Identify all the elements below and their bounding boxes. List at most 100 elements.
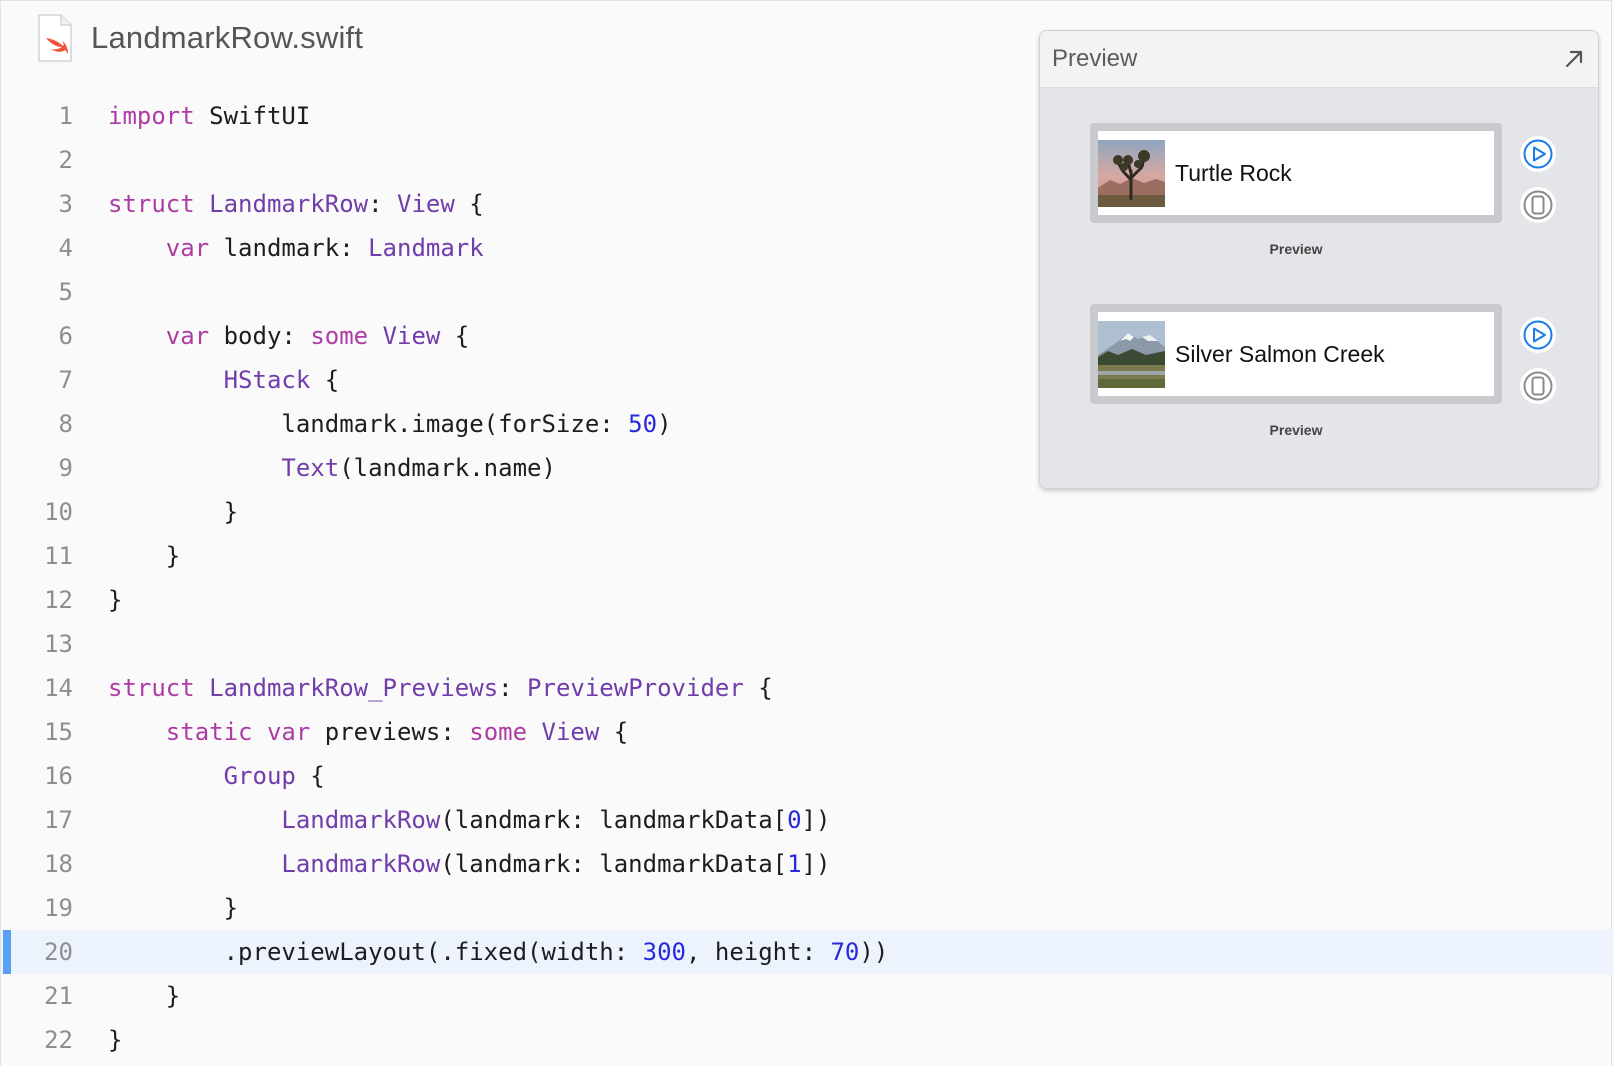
- code-line[interactable]: 16 Group {: [1, 754, 1613, 798]
- code-token: {: [295, 762, 325, 790]
- preview-caption: Preview: [1269, 241, 1323, 257]
- code-token: PreviewProvider: [527, 674, 744, 702]
- code-line[interactable]: 20 .previewLayout(.fixed(width: 300, hei…: [1, 930, 1613, 974]
- code-token: }: [108, 1026, 123, 1054]
- preview-card-silver-salmon-creek: Silver Salmon Creek: [1090, 304, 1502, 404]
- code-token: View: [541, 718, 600, 746]
- line-content: }: [108, 886, 238, 930]
- line-content: Text(landmark.name): [108, 446, 556, 490]
- code-token: (landmark.name): [339, 454, 556, 482]
- file-name: LandmarkRow.swift: [91, 20, 364, 55]
- code-line[interactable]: 17 LandmarkRow(landmark: landmarkData[0]…: [1, 798, 1613, 842]
- code-line[interactable]: 21 }: [1, 974, 1613, 1018]
- line-number: 1: [58, 102, 73, 130]
- desert-joshua-tree-thumbnail: [1098, 139, 1165, 207]
- code-token: HStack: [223, 366, 311, 394]
- code-token: struct: [108, 674, 195, 702]
- code-token: SwiftUI: [194, 102, 311, 130]
- code-token: , height:: [685, 938, 831, 966]
- code-token: static: [165, 718, 253, 746]
- landmark-row: Turtle Rock: [1098, 131, 1494, 215]
- code-token: var: [165, 322, 210, 350]
- expand-arrow-icon[interactable]: [1562, 47, 1586, 71]
- landmark-name: Silver Salmon Creek: [1175, 340, 1385, 367]
- code-token: var: [266, 718, 311, 746]
- line-content: import SwiftUI: [108, 94, 310, 138]
- code-token: )): [859, 938, 889, 966]
- line-number: 16: [44, 762, 73, 790]
- line-content: var body: some View {: [108, 314, 469, 358]
- code-line[interactable]: 14 struct LandmarkRow_Previews: PreviewPr…: [1, 666, 1613, 710]
- device-icon[interactable]: [1520, 187, 1556, 223]
- line-number: 3: [58, 190, 73, 218]
- line-number: 21: [44, 982, 73, 1010]
- line-content: static var previews: some View {: [108, 710, 628, 754]
- code-token: LandmarkRow: [209, 190, 369, 218]
- code-token: ): [657, 410, 672, 438]
- code-line[interactable]: 19 }: [1, 886, 1613, 930]
- code-token: some: [310, 322, 369, 350]
- code-line[interactable]: 11 }: [1, 534, 1613, 578]
- code-token: View: [397, 190, 455, 218]
- mountain-meadow-thumbnail: [1098, 320, 1165, 388]
- code-token: {: [743, 674, 773, 702]
- line-number: 20: [44, 938, 73, 966]
- code-line[interactable]: 12}: [1, 578, 1613, 622]
- code-line[interactable]: 18 LandmarkRow(landmark: landmarkData[1]…: [1, 842, 1613, 886]
- line-content: }: [108, 578, 122, 622]
- code-line[interactable]: 22}: [1, 1018, 1613, 1062]
- line-number: 6: [58, 322, 73, 350]
- code-line[interactable]: 10 }: [1, 490, 1613, 534]
- landmark-name: Turtle Rock: [1175, 159, 1292, 186]
- code-token: }: [108, 498, 239, 526]
- line-number: 12: [44, 586, 73, 614]
- code-token: Group: [223, 762, 296, 790]
- play-circle-icon[interactable]: [1520, 317, 1556, 353]
- line-number: 17: [44, 806, 73, 834]
- line-number: 9: [58, 454, 73, 482]
- line-number: 15: [44, 718, 73, 746]
- line-number: 8: [58, 410, 73, 438]
- preview-panel: Preview Turtle Rock Preview Silver Salmo…: [1039, 30, 1599, 489]
- preview-card-turtle-rock: Turtle Rock: [1090, 123, 1502, 223]
- code-line[interactable]: 15 static var previews: some View {: [1, 710, 1613, 754]
- line-content: LandmarkRow(landmark: landmarkData[0]): [108, 798, 830, 842]
- code-token: previews:: [310, 718, 470, 746]
- play-circle-icon[interactable]: [1520, 136, 1556, 172]
- code-token: landmark:: [209, 234, 369, 262]
- code-token: Text: [281, 454, 340, 482]
- code-token: {: [599, 718, 629, 746]
- code-token: 300: [642, 938, 686, 966]
- line-number: 10: [44, 498, 73, 526]
- device-icon[interactable]: [1520, 368, 1556, 404]
- code-line[interactable]: 13: [1, 622, 1613, 666]
- line-number: 5: [58, 278, 73, 306]
- line-number: 7: [58, 366, 73, 394]
- line-number: 14: [44, 674, 73, 702]
- line-number: 13: [44, 630, 73, 658]
- line-number: 11: [44, 542, 73, 570]
- code-token: View: [382, 322, 441, 350]
- code-token: }: [108, 894, 239, 922]
- code-token: some: [469, 718, 528, 746]
- swift-file-icon: [37, 14, 73, 62]
- line-content: }: [108, 490, 238, 534]
- code-token: .previewLayout(.fixed(width:: [108, 938, 643, 966]
- code-token: {: [440, 322, 470, 350]
- line-content: struct LandmarkRow_Previews: PreviewProv…: [108, 666, 773, 710]
- code-token: LandmarkRow: [281, 850, 441, 878]
- code-token: :: [498, 674, 528, 702]
- line-number: 2: [58, 146, 73, 174]
